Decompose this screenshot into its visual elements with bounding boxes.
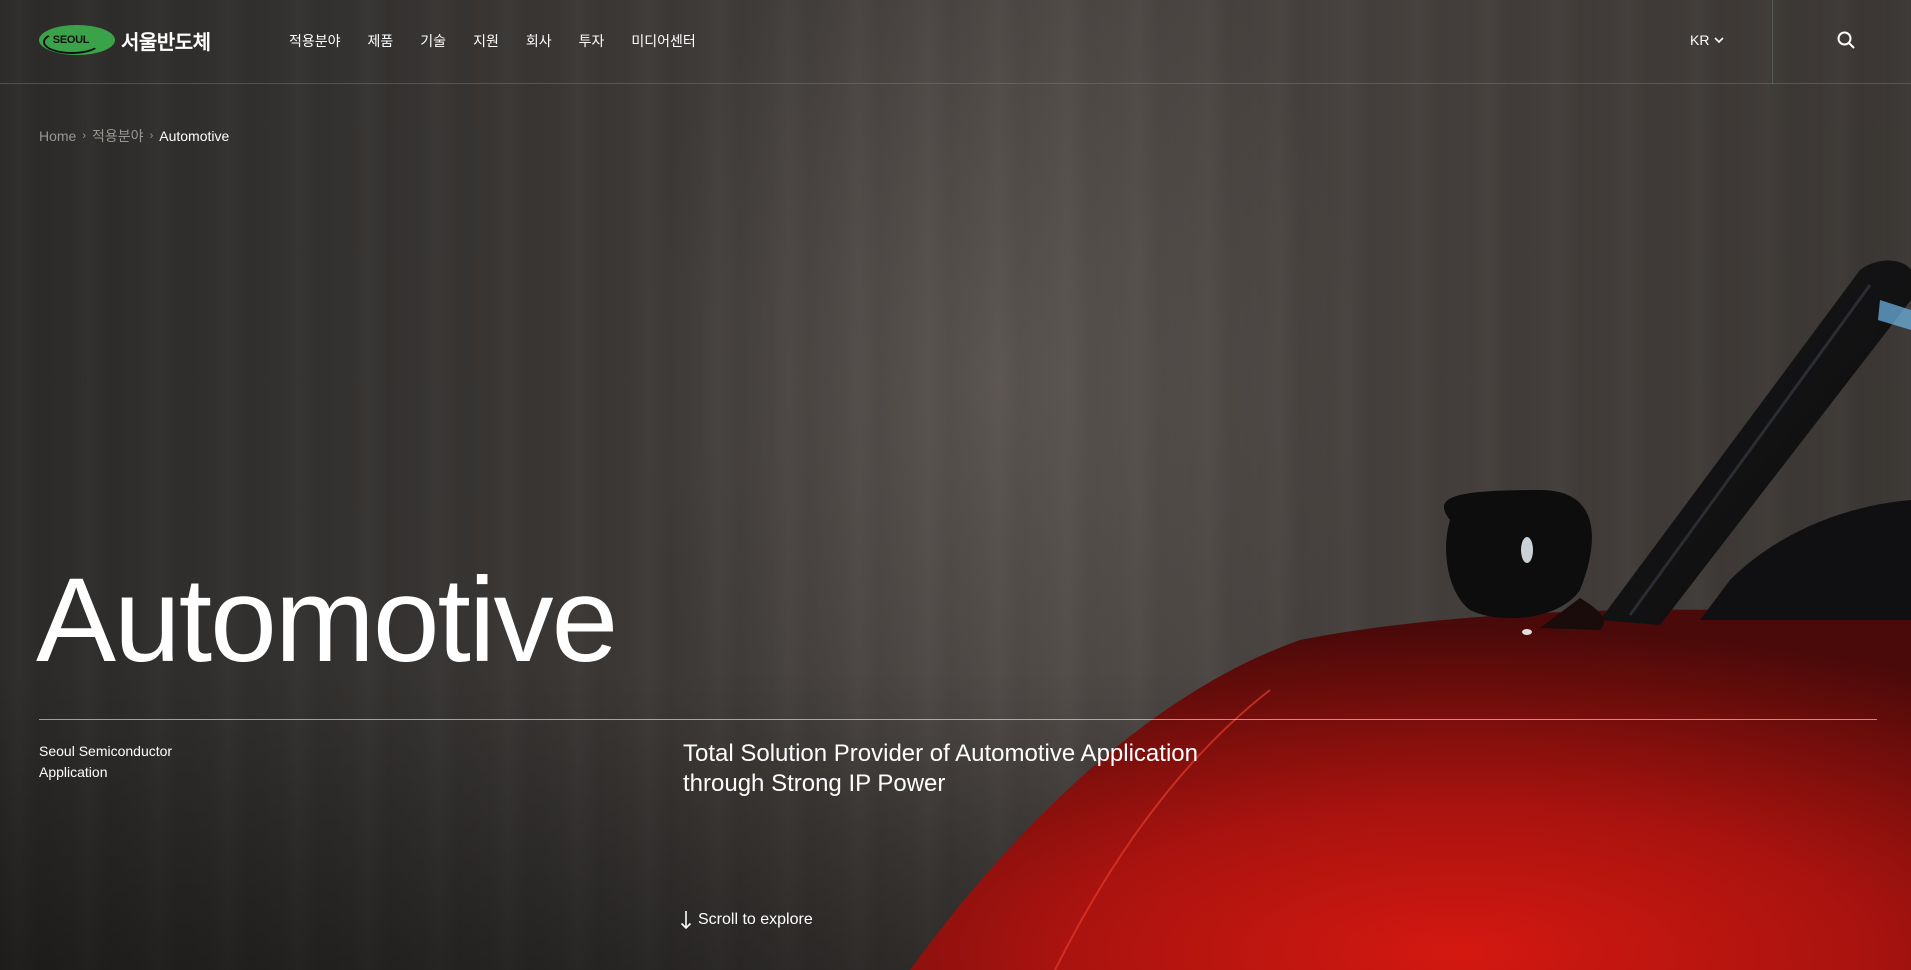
main-nav: 적용분야 제품 기술 지원 회사 투자 미디어센터 xyxy=(289,31,696,51)
site-header: SEOUL 서울반도체 적용분야 제품 기술 지원 회사 투자 미디어센터 KR xyxy=(0,0,1911,84)
logo-text: 서울반도체 xyxy=(121,31,211,54)
breadcrumb-parent[interactable]: 적용분야 xyxy=(92,126,144,146)
search-icon[interactable] xyxy=(1836,30,1856,50)
hero-divider xyxy=(39,719,1877,720)
header-divider xyxy=(1772,0,1773,84)
chevron-right-icon: › xyxy=(82,130,87,142)
nav-item-company[interactable]: 회사 xyxy=(526,31,552,51)
breadcrumb: Home › 적용분야 › Automotive xyxy=(39,126,229,146)
arrow-down-icon xyxy=(680,911,692,930)
nav-item-applications[interactable]: 적용분야 xyxy=(289,31,341,51)
language-label: KR xyxy=(1690,32,1710,48)
nav-item-media-center[interactable]: 미디어센터 xyxy=(631,31,695,51)
hero-tagline: Total Solution Provider of Automotive Ap… xyxy=(683,740,1198,797)
nav-item-investors[interactable]: 투자 xyxy=(579,31,605,51)
chevron-down-icon xyxy=(1714,37,1725,44)
hero-subtitle: Seoul Semiconductor Application xyxy=(39,743,173,780)
brand-logo[interactable]: SEOUL 서울반도체 xyxy=(39,25,211,55)
car-image xyxy=(910,260,1911,970)
nav-item-support[interactable]: 지원 xyxy=(473,31,499,51)
seoul-logo-icon: SEOUL xyxy=(39,25,115,55)
nav-item-technology[interactable]: 기술 xyxy=(420,31,446,51)
language-selector[interactable]: KR xyxy=(1690,32,1725,48)
breadcrumb-current: Automotive xyxy=(159,128,230,144)
chevron-right-icon: › xyxy=(149,130,154,142)
hero-background: SEOUL 서울반도체 적용분야 제품 기술 지원 회사 투자 미디어센터 KR… xyxy=(0,0,1911,970)
page-title: Automotive xyxy=(36,553,618,687)
logo-mark-text: SEOUL xyxy=(52,34,90,46)
nav-item-products[interactable]: 제품 xyxy=(368,31,394,51)
scroll-to-explore[interactable]: Scroll to explore xyxy=(680,910,813,930)
breadcrumb-home[interactable]: Home xyxy=(39,128,76,144)
scroll-label: Scroll to explore xyxy=(698,911,813,928)
